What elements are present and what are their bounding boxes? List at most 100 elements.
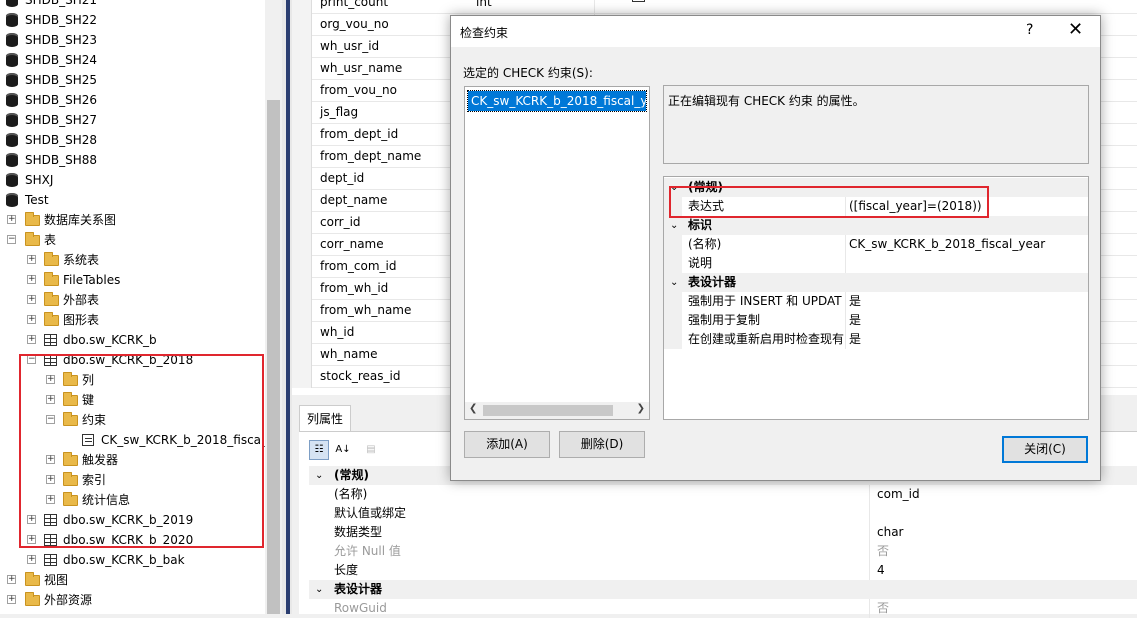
column-name-cell[interactable]: print_count [320,0,388,9]
tree-item[interactable]: SHDB_SH23 [0,30,265,50]
add-button[interactable]: 添加(A) [464,431,550,458]
property-value[interactable]: ([fiscal_year]=(2018)) [849,197,982,216]
expand-icon[interactable]: + [46,455,55,464]
property-row[interactable]: RowGuid 否 [309,599,1137,618]
explorer-scrollbar[interactable] [265,0,282,614]
tree-item[interactable]: + 列 [0,370,265,390]
scroll-right-icon[interactable]: ❯ [637,403,645,414]
row-selector[interactable] [292,102,312,124]
list-scroll-thumb[interactable] [483,405,613,416]
constraints-list[interactable]: CK_sw_KCRK_b_2018_fiscal_year ❮ ❯ [464,86,650,420]
row-selector[interactable] [292,322,312,344]
property-row[interactable]: 说明 [664,254,1088,273]
property-category[interactable]: ⌄ (常规) [664,178,1088,197]
tree-item[interactable]: + 键 [0,390,265,410]
tree-item[interactable]: CK_sw_KCRK_b_2018_fiscal_y [0,430,277,450]
property-row[interactable]: 强制用于 INSERT 和 UPDAT 是 [664,292,1088,311]
row-selector[interactable] [292,146,312,168]
property-category[interactable]: ⌄ 标识 [664,216,1088,235]
row-selector[interactable] [292,14,312,36]
collapse-chevron-icon[interactable]: ⌄ [315,466,323,485]
property-row[interactable]: 在创建或重新启用时检查现有是 [664,330,1088,349]
property-value[interactable]: 是 [849,292,861,311]
column-name-cell[interactable]: from_vou_no [320,83,397,97]
close-icon[interactable]: ✕ [1068,19,1083,40]
tree-item[interactable]: SHDB_SH21 [0,0,265,10]
row-selector[interactable] [292,278,312,300]
list-horizontal-scrollbar[interactable]: ❮ ❯ [465,402,649,419]
data-type-cell[interactable]: int [476,0,492,9]
tree-item[interactable]: + 统计信息 [0,490,265,510]
tree-item[interactable]: + 图形表 [0,310,265,330]
row-selector[interactable] [292,190,312,212]
row-selector[interactable] [292,80,312,102]
categorized-icon[interactable]: ☷ [309,440,329,460]
property-row[interactable]: 表达式 ([fiscal_year]=(2018)) [664,197,1088,216]
expand-icon[interactable]: + [46,475,55,484]
row-selector[interactable] [292,212,312,234]
column-name-cell[interactable]: corr_id [320,215,361,229]
alphabetical-icon[interactable]: A↓ [333,440,353,460]
column-name-cell[interactable]: stock_reas_id [320,369,400,383]
property-row[interactable]: 数据类型 char [309,523,1137,542]
collapse-chevron-icon[interactable]: ⌄ [670,216,678,235]
row-selector[interactable] [292,234,312,256]
scroll-left-icon[interactable]: ❮ [469,403,477,414]
tree-item[interactable]: + 视图 [0,570,265,590]
property-value[interactable]: CK_sw_KCRK_b_2018_fiscal_year [849,235,1045,254]
property-value[interactable]: 4 [877,561,885,580]
tree-item[interactable]: + FileTables [0,270,265,290]
row-selector[interactable] [292,256,312,278]
property-pages-icon[interactable]: ▤ [361,440,381,460]
tree-item[interactable]: + 外部表 [0,290,265,310]
tree-item[interactable]: + dbo.sw_KCRK_b_bak [0,550,265,570]
column-name-cell[interactable]: from_dept_name [320,149,421,163]
expand-icon[interactable]: + [27,295,36,304]
column-name-cell[interactable]: wh_id [320,325,354,339]
close-button[interactable]: 关闭(C) [1002,436,1088,463]
expand-icon[interactable]: + [7,215,16,224]
tree-item[interactable]: SHDB_SH27 [0,110,265,130]
property-value[interactable]: 是 [849,330,861,349]
column-name-cell[interactable]: dept_name [320,193,387,207]
tab-column-properties[interactable]: 列属性 [299,405,351,432]
row-selector[interactable] [292,344,312,366]
row-selector[interactable] [292,124,312,146]
row-selector[interactable] [292,168,312,190]
tree-item[interactable]: − dbo.sw_KCRK_b_2018 [0,350,265,370]
expand-icon[interactable]: + [27,515,36,524]
property-row[interactable]: (名称) com_id [309,485,1137,504]
column-name-cell[interactable]: from_dept_id [320,127,398,141]
collapse-chevron-icon[interactable]: ⌄ [670,273,678,292]
column-name-cell[interactable]: from_wh_name [320,303,411,317]
expand-icon[interactable]: + [27,535,36,544]
tree-item[interactable]: Test [0,190,265,210]
allow-nulls-checkbox[interactable] [632,0,645,2]
tree-item[interactable]: − 表 [0,230,265,250]
property-value[interactable]: char [877,523,904,542]
expand-icon[interactable]: + [27,335,36,344]
expand-icon[interactable]: + [7,595,16,604]
collapse-icon[interactable]: − [27,355,36,364]
row-selector[interactable] [292,0,312,14]
expand-icon[interactable]: + [46,375,55,384]
tree-item[interactable]: SHDB_SH24 [0,50,265,70]
row-selector[interactable] [292,36,312,58]
tree-item[interactable]: SHDB_SH22 [0,10,265,30]
help-button[interactable]: ? [1026,22,1033,38]
collapse-icon[interactable]: − [7,235,16,244]
column-name-cell[interactable]: js_flag [320,105,358,119]
collapse-chevron-icon[interactable]: ⌄ [315,580,323,599]
expand-icon[interactable]: + [7,575,16,584]
tree-item[interactable]: SHDB_SH28 [0,130,265,150]
tree-item[interactable]: + dbo.sw_KCRK_b_2019 [0,510,265,530]
property-row[interactable]: 允许 Null 值 否 [309,542,1137,561]
column-name-cell[interactable]: wh_name [320,347,377,361]
collapse-icon[interactable]: − [46,415,55,424]
expand-icon[interactable]: + [46,395,55,404]
expand-icon[interactable]: + [27,255,36,264]
expand-icon[interactable]: + [27,315,36,324]
property-row[interactable]: 默认值或绑定 [309,504,1137,523]
property-row[interactable]: 强制用于复制 是 [664,311,1088,330]
property-category[interactable]: ⌄ 表设计器 [664,273,1088,292]
